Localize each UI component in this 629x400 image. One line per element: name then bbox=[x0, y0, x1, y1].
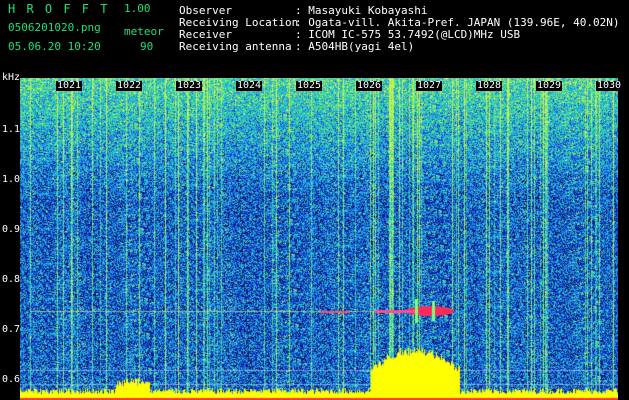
x-tick-1023: 1023 bbox=[176, 80, 203, 91]
app-title: H R O F F T bbox=[8, 2, 110, 16]
y-tick-0-7: 0.7 bbox=[2, 324, 21, 335]
y-tick-0-6: 0.6 bbox=[2, 374, 21, 385]
x-tick-1027: 1027 bbox=[416, 80, 443, 91]
antenna-value: : A504HB(yagi 4el) bbox=[295, 40, 415, 53]
location-value: : Ogata-vill. Akita-Pref. JAPAN (139.96E… bbox=[295, 16, 620, 29]
capture-datetime: 05.06.20 10:20 bbox=[8, 40, 101, 53]
x-tick-1025: 1025 bbox=[296, 80, 323, 91]
antenna-label: Receiving antenna bbox=[179, 40, 292, 53]
receiver-label: Receiver bbox=[179, 28, 232, 41]
y-tick-1-0: 1.0 bbox=[2, 174, 21, 185]
spectrogram bbox=[20, 78, 618, 400]
x-tick-1022: 1022 bbox=[116, 80, 143, 91]
detection-count: 90 bbox=[140, 40, 154, 53]
x-tick-1024: 1024 bbox=[236, 80, 263, 91]
observer-value: : Masayuki Kobayashi bbox=[295, 4, 428, 17]
x-tick-1021: 1021 bbox=[56, 80, 83, 91]
y-tick-0-9: 0.9 bbox=[2, 224, 21, 235]
observer-label: Observer bbox=[179, 4, 232, 17]
y-tick-1-1: 1.1 bbox=[2, 124, 21, 135]
x-tick-1028: 1028 bbox=[476, 80, 503, 91]
receiver-value: : ICOM IC-575 53.7492(@LCD)MHz USB bbox=[295, 28, 521, 41]
app-version: 1.00 bbox=[124, 2, 151, 15]
location-label: Receiving Location bbox=[179, 16, 299, 29]
x-tick-1029: 1029 bbox=[536, 80, 563, 91]
x-tick-1026: 1026 bbox=[356, 80, 383, 91]
file-name: 0506201020.png bbox=[8, 21, 101, 34]
x-tick-1030: 1030 bbox=[596, 80, 623, 91]
mode-label: meteor bbox=[124, 25, 164, 38]
y-axis-unit: kHz bbox=[2, 72, 21, 83]
y-tick-0-8: 0.8 bbox=[2, 274, 21, 285]
